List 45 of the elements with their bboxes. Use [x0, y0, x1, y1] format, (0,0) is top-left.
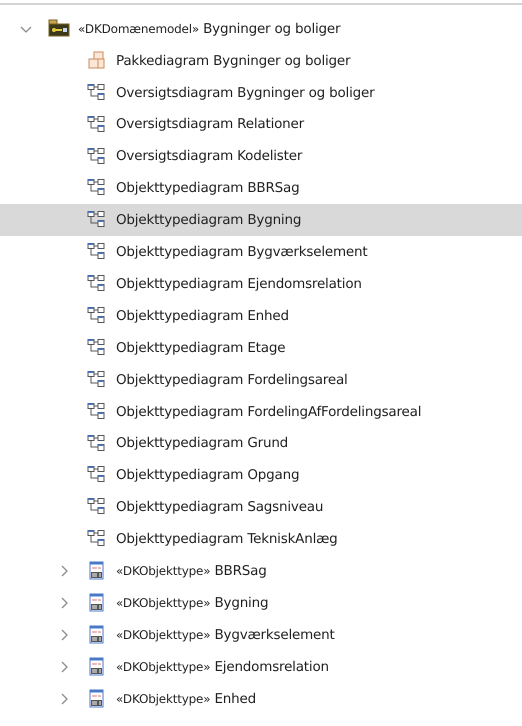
tree-item-label: Objekttypediagram Ejendomsrelation	[116, 274, 362, 294]
tree-item[interactable]: Oversigtsdiagram Relationer	[0, 108, 522, 141]
tree-item[interactable]: Pakkediagram Bygninger og boliger	[0, 44, 522, 77]
tree-item[interactable]: «DKObjekttype» Bygning	[0, 587, 522, 619]
tree-item[interactable]: Objekttypediagram FordelingAfFordelingsareal	[0, 396, 522, 428]
tree-item[interactable]: «DKObjekttype» Ejendomsrelation	[0, 650, 522, 683]
tree-item-label: «DKObjekttype» Ejendomsrelation	[116, 658, 329, 677]
tree-item-label: Objekttypediagram Opgang	[116, 466, 300, 486]
package-key-icon	[48, 18, 70, 39]
tree-item[interactable]: Objekttypediagram TekniskAnlæg	[0, 523, 522, 556]
tree-item[interactable]: Objekttypediagram Sagsniveau	[0, 491, 522, 524]
tree-item-label: Oversigtsdiagram Relationer	[116, 115, 304, 134]
tree-item-label: Pakkediagram Bygninger og boliger	[116, 52, 350, 71]
tree-item-label: «DKObjekttype» Bygning	[116, 594, 268, 613]
tree-item-label: Objekttypediagram TekniskAnlæg	[116, 530, 338, 550]
tree-item[interactable]: Objekttypediagram Bygværkselement	[0, 236, 522, 268]
tree-item-label: Oversigtsdiagram Kodelister	[116, 147, 302, 166]
tree-item[interactable]: «DKObjekttype» BBRSag	[0, 555, 522, 588]
tree-item[interactable]: Objekttypediagram Grund	[0, 428, 522, 460]
tree-item[interactable]: Objekttypediagram BBRSag	[0, 172, 522, 204]
tree-item-label: «DKObjekttype» BBRSag	[116, 562, 267, 581]
tree-item[interactable]: Objekttypediagram Etage	[0, 332, 522, 364]
tree-item-label: Objekttypediagram Fordelingsareal	[116, 370, 348, 390]
tree-item[interactable]: Oversigtsdiagram Bygninger og boliger	[0, 76, 522, 109]
tree-item-label: «DKObjekttype» Bygværkselement	[116, 626, 335, 645]
tree-item[interactable]: Objekttypediagram Ejendomsrelation	[0, 268, 522, 300]
tree-item[interactable]: «DKDomænemodel» Bygninger og boliger	[0, 13, 522, 45]
tree-item-label: Objekttypediagram Grund	[116, 434, 288, 454]
tree-item-label: Objekttypediagram Bygning	[116, 211, 302, 230]
tree-item-label: «DKObjekttype» Enhed	[116, 690, 256, 709]
tree-item-label: Objekttypediagram FordelingAfFordelingsareal	[116, 402, 422, 422]
tree-item-label: Objekttypediagram Bygværkselement	[116, 243, 368, 262]
tree-item[interactable]: Objekttypediagram Bygning	[0, 204, 522, 236]
tree-item-label: Objekttypediagram BBRSag	[116, 179, 300, 198]
tree-item[interactable]: «DKObjekttype» Bygværkselement	[0, 618, 522, 651]
tree-item[interactable]: Objekttypediagram Fordelingsareal	[0, 364, 522, 396]
tree-item-label: Objekttypediagram Etage	[116, 338, 286, 358]
tree-item[interactable]: «DKObjekttype» Enhed	[0, 682, 522, 715]
tree-item[interactable]: Objekttypediagram Enhed	[0, 300, 522, 332]
tree-item-label: Objekttypediagram Sagsniveau	[116, 498, 324, 518]
tree-item[interactable]: Oversigtsdiagram Kodelister	[0, 140, 522, 172]
tree-item-label: Oversigtsdiagram Bygninger og boliger	[116, 84, 374, 103]
tree-item-label: Objekttypediagram Enhed	[116, 306, 289, 326]
tree-item[interactable]: Objekttypediagram Opgang	[0, 459, 522, 492]
tree-item-label: «DKDomænemodel» Bygninger og boliger	[78, 20, 340, 39]
